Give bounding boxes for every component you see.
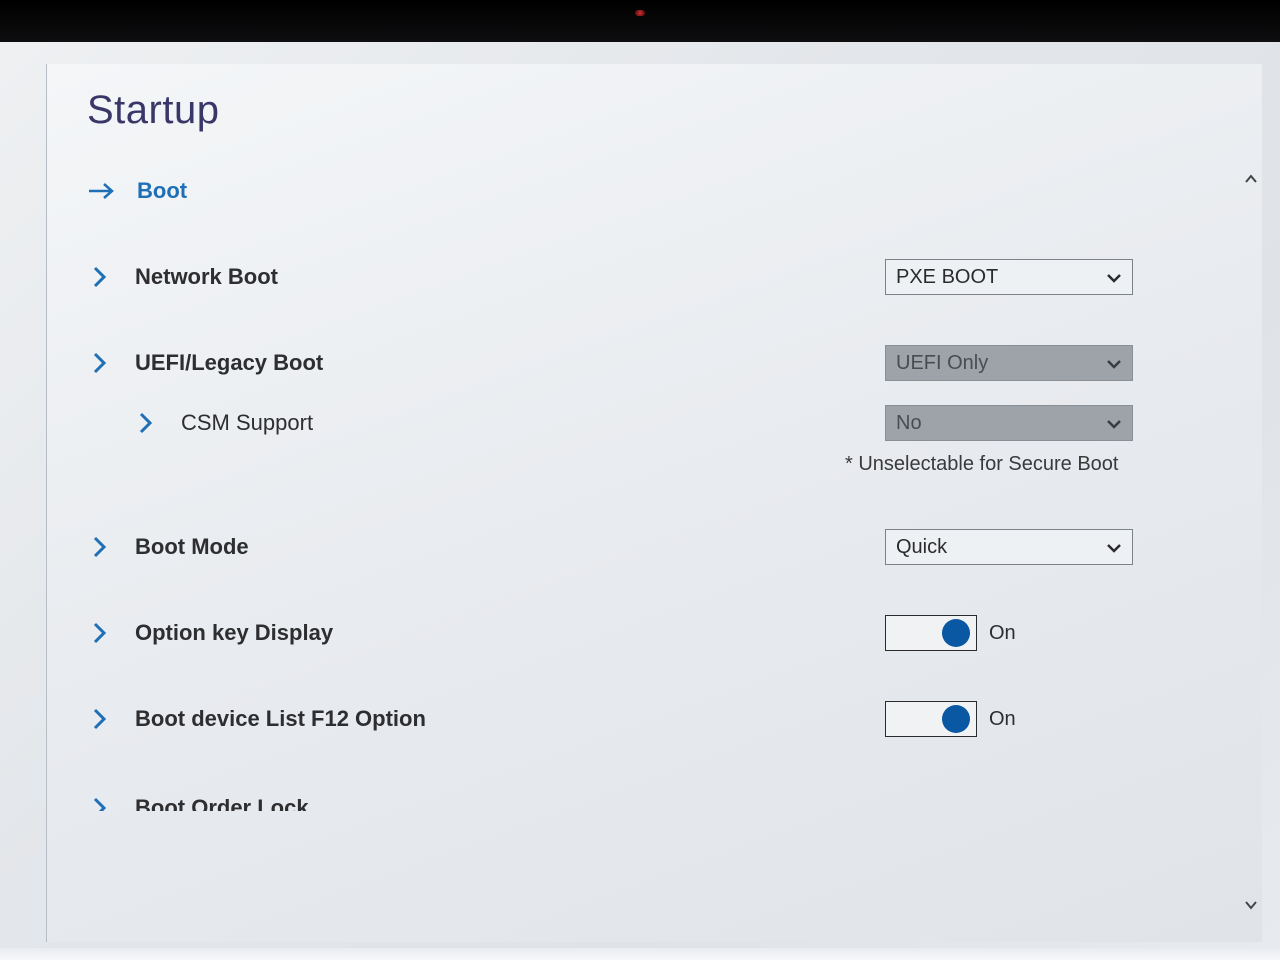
chevron-right-icon xyxy=(133,410,159,436)
boot-mode-select[interactable]: Quick xyxy=(885,529,1133,565)
row-network-boot[interactable]: Network Boot PXE BOOT xyxy=(87,253,1226,301)
uefi-legacy-label: UEFI/Legacy Boot xyxy=(135,350,323,376)
chevron-down-icon xyxy=(1106,536,1122,559)
chevron-right-icon xyxy=(87,264,113,290)
option-key-display-toggle[interactable] xyxy=(885,615,977,651)
boot-mode-value: Quick xyxy=(896,536,947,559)
boot-order-lock-label: Boot Order Lock xyxy=(135,795,309,811)
chevron-right-icon xyxy=(87,350,113,376)
chevron-down-icon xyxy=(1106,266,1122,289)
chevron-right-icon xyxy=(87,534,113,560)
csm-support-label: CSM Support xyxy=(181,410,313,436)
boot-device-list-f12-label: Boot device List F12 Option xyxy=(135,706,426,732)
uefi-legacy-select: UEFI Only xyxy=(885,345,1133,381)
camera-indicator xyxy=(635,10,645,16)
chevron-down-icon xyxy=(1106,352,1122,375)
chevron-right-icon xyxy=(87,620,113,646)
row-boot-mode[interactable]: Boot Mode Quick xyxy=(87,523,1226,571)
startup-panel: Startup Boot Network Boot PXE BOOT xyxy=(46,64,1262,942)
network-boot-label: Network Boot xyxy=(135,264,278,290)
toggle-knob xyxy=(942,705,970,733)
row-boot-order-lock[interactable]: Boot Order Lock xyxy=(87,781,1226,811)
screen-area: Startup Boot Network Boot PXE BOOT xyxy=(0,42,1280,948)
row-csm-support[interactable]: CSM Support No xyxy=(87,399,1226,447)
row-uefi-legacy[interactable]: UEFI/Legacy Boot UEFI Only xyxy=(87,339,1226,387)
scroll-down-button[interactable] xyxy=(1240,894,1262,916)
row-option-key-display[interactable]: Option key Display On xyxy=(87,609,1226,657)
secure-boot-note: * Unselectable for Secure Boot xyxy=(845,453,1119,476)
network-boot-select[interactable]: PXE BOOT xyxy=(885,259,1133,295)
boot-mode-label: Boot Mode xyxy=(135,534,249,560)
footer-strip xyxy=(0,948,1280,960)
scroll-up-button[interactable] xyxy=(1240,168,1262,190)
csm-support-value: No xyxy=(896,412,922,435)
row-boot[interactable]: Boot xyxy=(87,167,1226,215)
page-title: Startup xyxy=(87,88,1226,133)
boot-device-list-f12-state: On xyxy=(989,708,1016,731)
chevron-right-icon xyxy=(87,706,113,732)
option-key-display-label: Option key Display xyxy=(135,620,333,646)
scrollbar[interactable] xyxy=(1240,168,1262,942)
arrow-right-icon xyxy=(87,178,119,204)
boot-link-label: Boot xyxy=(137,178,187,204)
device-bezel xyxy=(0,0,1280,42)
csm-support-select: No xyxy=(885,405,1133,441)
chevron-right-icon xyxy=(87,795,113,811)
option-key-display-state: On xyxy=(989,622,1016,645)
chevron-down-icon xyxy=(1106,412,1122,435)
toggle-knob xyxy=(942,619,970,647)
boot-device-list-f12-toggle[interactable] xyxy=(885,701,977,737)
network-boot-value: PXE BOOT xyxy=(896,266,998,289)
uefi-legacy-value: UEFI Only xyxy=(896,352,988,375)
row-boot-device-list-f12[interactable]: Boot device List F12 Option On xyxy=(87,695,1226,743)
